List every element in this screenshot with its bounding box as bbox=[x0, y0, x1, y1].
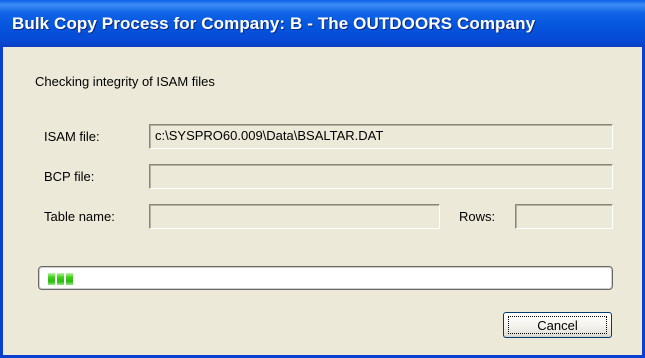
bcp-file-field[interactable] bbox=[149, 164, 613, 189]
status-text: Checking integrity of ISAM files bbox=[35, 74, 215, 89]
rows-field[interactable] bbox=[515, 204, 613, 229]
bcp-file-label: BCP file: bbox=[44, 169, 95, 184]
rows-label: Rows: bbox=[459, 209, 496, 224]
title-bar[interactable]: Bulk Copy Process for Company: B - The O… bbox=[0, 0, 645, 47]
table-name-field[interactable] bbox=[149, 204, 440, 229]
cancel-button[interactable]: Cancel bbox=[503, 312, 612, 338]
progress-block bbox=[48, 273, 55, 285]
table-name-label: Table name: bbox=[44, 209, 115, 224]
cancel-button-label: Cancel bbox=[508, 316, 607, 334]
progress-bar bbox=[38, 266, 613, 290]
progress-block bbox=[66, 273, 73, 285]
window-title: Bulk Copy Process for Company: B - The O… bbox=[12, 14, 536, 33]
isam-file-field[interactable]: c:\SYSPRO60.009\Data\BSALTAR.DAT bbox=[149, 124, 613, 149]
progress-block bbox=[57, 273, 64, 285]
bulk-copy-dialog: Bulk Copy Process for Company: B - The O… bbox=[0, 0, 645, 358]
progress-fill bbox=[48, 273, 73, 285]
isam-file-label: ISAM file: bbox=[44, 129, 100, 144]
